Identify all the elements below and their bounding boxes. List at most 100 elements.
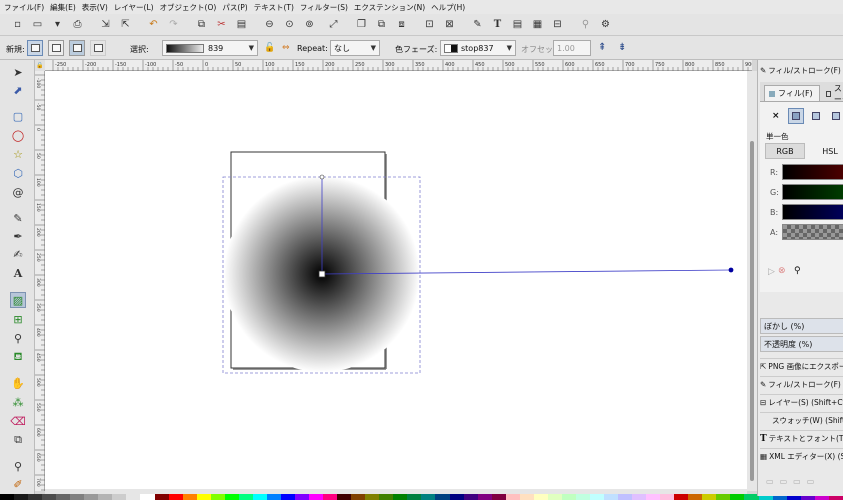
zoom-width-icon[interactable]: ⤢	[326, 17, 341, 32]
zoom-tool-icon[interactable]: ⚲	[10, 458, 26, 474]
document-properties-icon[interactable]: ⚙	[598, 17, 613, 32]
ruler-corner-lock-icon[interactable]: 🔒	[35, 60, 45, 71]
palette-swatch[interactable]	[547, 494, 562, 500]
dock-extra-icon[interactable]: ▭	[766, 477, 774, 486]
palette-swatch[interactable]	[660, 494, 675, 500]
save-icon[interactable]: ▾	[50, 17, 65, 32]
palette-swatch[interactable]	[42, 494, 57, 500]
menu-filters[interactable]: フィルター(S)	[300, 2, 348, 13]
palette-swatch[interactable]	[407, 494, 422, 500]
zoom-page-icon[interactable]: ⊚	[302, 17, 317, 32]
zoom-drawing-icon[interactable]: ⊙	[282, 17, 297, 32]
palette-swatch[interactable]	[379, 494, 394, 500]
palette-swatch[interactable]	[491, 494, 506, 500]
menu-extensions[interactable]: エクステンション(N)	[354, 2, 425, 13]
layers-icon[interactable]: ▤	[510, 17, 525, 32]
drawing-canvas[interactable]	[45, 71, 747, 489]
vertical-ruler[interactable]: -100 -50 0 50 100 150 200 250 300 350 400 450 500 550…	[35, 71, 45, 496]
gradient-radius-handle-x[interactable]	[728, 267, 734, 273]
mode-rgb-tab[interactable]: RGB	[765, 143, 805, 159]
panel-xml-editor[interactable]: ▦XML エディター(X) (Shift+Ctrl+X)	[760, 448, 843, 464]
palette-swatch[interactable]	[463, 494, 478, 500]
eraser-tool-icon[interactable]: ⌫	[10, 413, 26, 429]
gradient-tool-icon[interactable]: ▨	[10, 292, 26, 308]
new-on-fill-button[interactable]	[69, 40, 85, 56]
palette-swatch[interactable]	[575, 494, 590, 500]
palette-swatch[interactable]	[618, 494, 633, 500]
palette-swatch[interactable]	[716, 494, 731, 500]
palette-swatch[interactable]	[0, 494, 15, 500]
opacity-slider[interactable]: 不透明度 (%)	[760, 336, 843, 352]
lock-icon[interactable]: 🔓	[264, 43, 275, 53]
align-icon[interactable]: ⊟	[550, 17, 565, 32]
new-document-icon[interactable]: ▫	[10, 17, 25, 32]
calligraphy-tool-icon[interactable]: ✍	[10, 246, 26, 262]
palette-swatch[interactable]	[84, 494, 99, 500]
preferences-icon[interactable]: ⚲	[578, 17, 593, 32]
menu-help[interactable]: ヘルプ(H)	[431, 2, 465, 13]
spray-tool-icon[interactable]: ⁂	[10, 394, 26, 410]
clone-icon[interactable]: ⧉	[374, 17, 389, 32]
new-radial-button[interactable]	[48, 40, 64, 56]
palette-swatch[interactable]	[646, 494, 661, 500]
linear-gradient-button[interactable]	[809, 108, 823, 124]
star-tool-icon[interactable]: ☆	[10, 146, 26, 162]
menu-edit[interactable]: 編集(E)	[50, 2, 76, 13]
palette-swatch[interactable]	[351, 494, 366, 500]
fill-stroke-icon[interactable]: ✎	[470, 17, 485, 32]
palette-swatch[interactable]	[421, 494, 436, 500]
palette-swatch[interactable]	[280, 494, 295, 500]
palette-swatch[interactable]	[449, 494, 464, 500]
palette-swatch[interactable]	[477, 494, 492, 500]
menu-view[interactable]: 表示(V)	[82, 2, 108, 13]
palette-swatch[interactable]	[435, 494, 450, 500]
connector-tool-icon[interactable]: ⧉	[10, 432, 26, 448]
palette-swatch[interactable]	[98, 494, 113, 500]
palette-swatch[interactable]	[154, 494, 169, 500]
palette-swatch[interactable]	[140, 494, 155, 500]
palette-swatch[interactable]	[519, 494, 534, 500]
import-icon[interactable]: ⇲	[98, 17, 113, 32]
menu-file[interactable]: ファイル(F)	[4, 2, 44, 13]
delete-stop-icon[interactable]: ⇟	[618, 42, 626, 53]
palette-swatch[interactable]	[210, 494, 225, 500]
menu-text[interactable]: テキスト(T)	[254, 2, 294, 13]
dock-extra-icon[interactable]: ▭	[780, 477, 788, 486]
selector-tool-icon[interactable]: ➤	[10, 64, 26, 80]
cut-icon[interactable]: ✂	[214, 17, 229, 32]
pick-color-icon[interactable]: ▷	[768, 267, 775, 277]
eyedropper-icon[interactable]: ⚲	[794, 266, 801, 276]
palette-swatch[interactable]	[14, 494, 29, 500]
palette-swatch[interactable]	[323, 494, 338, 500]
palette-swatch[interactable]	[589, 494, 605, 500]
stop-combo[interactable]: stop837 ▼	[440, 40, 516, 56]
vertical-scrollbar[interactable]	[747, 71, 757, 491]
palette-swatch[interactable]	[168, 494, 183, 500]
red-slider[interactable]	[782, 164, 843, 180]
new-on-stroke-button[interactable]	[90, 40, 106, 56]
mesh-tool-icon[interactable]: ⊞	[10, 311, 26, 327]
palette-swatch[interactable]	[112, 494, 127, 500]
blur-slider[interactable]: ぼかし (%)	[760, 318, 843, 334]
palette-swatch[interactable]	[28, 494, 43, 500]
panel-export-png[interactable]: ⇱PNG 画像にエクスポート (Shift+Ctrl+E)	[760, 358, 843, 374]
vertical-scrollbar-thumb[interactable]	[750, 141, 754, 481]
dock-extra-icon[interactable]: ▭	[807, 477, 815, 486]
palette-swatch[interactable]	[182, 494, 197, 500]
panel-layers[interactable]: ⊟レイヤー(S) (Shift+Ctrl+L)	[760, 394, 843, 410]
horizontal-ruler[interactable]: -250 -200 -150 -100 -50 0 50 100 150 200 250 300 350…	[45, 60, 769, 71]
tab-fill[interactable]: フィル(F)	[764, 85, 820, 101]
rectangle-tool-icon[interactable]: ▢	[10, 108, 26, 124]
open-file-icon[interactable]: ▭	[30, 17, 45, 32]
radial-gradient-button[interactable]	[829, 108, 843, 124]
panel-fill-stroke[interactable]: ✎フィル/ストローク(F) (Shift+Ctrl+F)	[760, 376, 843, 392]
dock-extra-icon[interactable]: ▭	[793, 477, 801, 486]
palette-swatch[interactable]	[533, 494, 548, 500]
export-icon[interactable]: ⇱	[118, 17, 133, 32]
copy-icon[interactable]: ⧉	[194, 17, 209, 32]
palette-swatch[interactable]	[126, 494, 141, 500]
text-font-icon[interactable]: T	[490, 17, 505, 32]
palette-swatch[interactable]	[337, 494, 352, 500]
menu-path[interactable]: パス(P)	[222, 2, 247, 13]
text-tool-icon[interactable]: A	[10, 265, 26, 281]
